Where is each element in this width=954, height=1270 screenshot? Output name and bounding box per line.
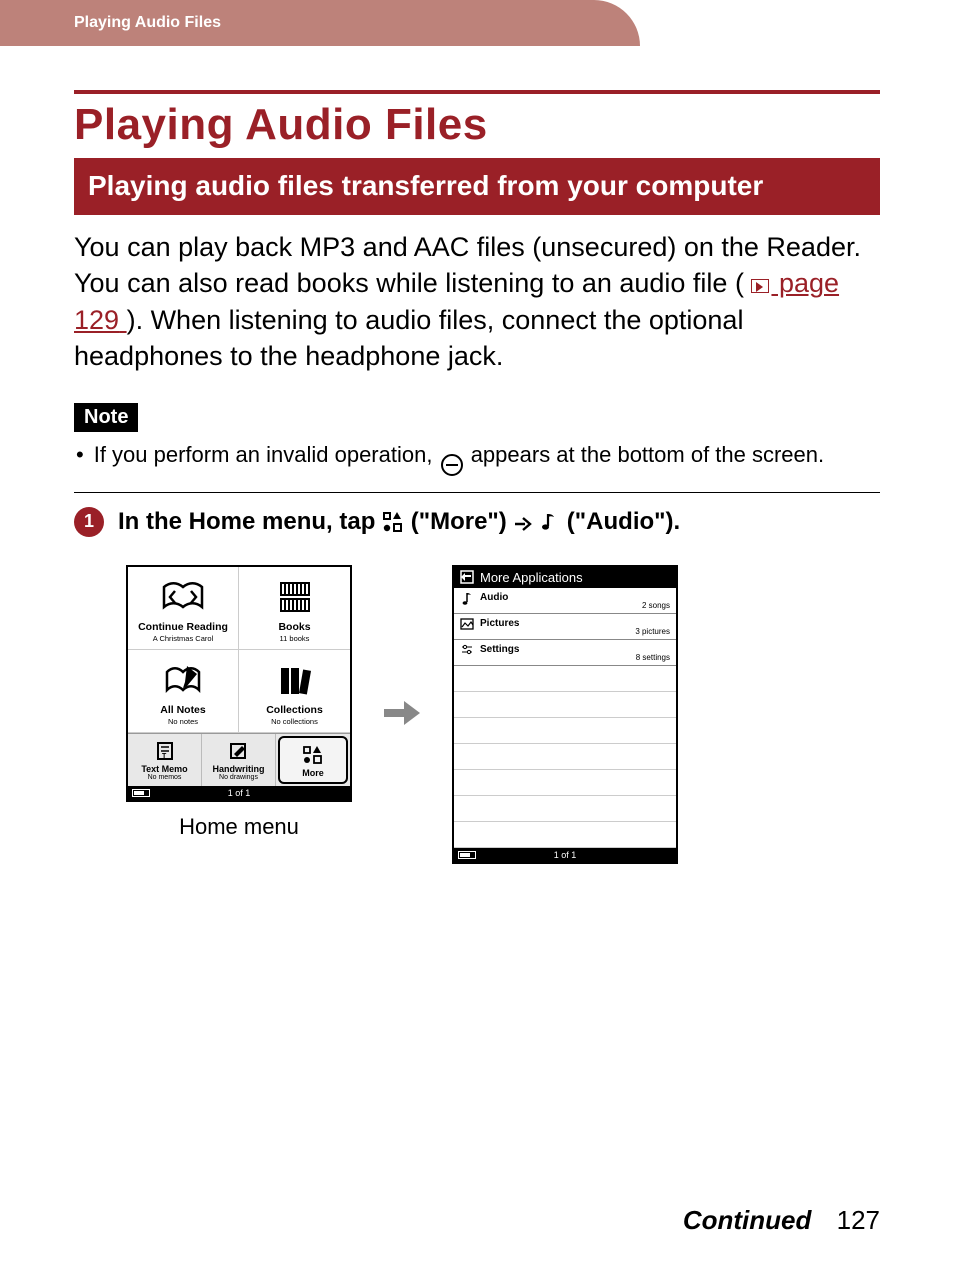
home-tile-label: Collections	[243, 704, 346, 716]
apps-empty-row	[454, 692, 676, 718]
page-title: Playing Audio Files	[74, 100, 880, 150]
apps-row-sub: 8 settings	[636, 653, 670, 663]
page-number: 127	[837, 1205, 880, 1235]
apps-row-label: Pictures	[480, 618, 519, 629]
home-tile-continue-reading[interactable]: Continue Reading A Christmas Carol	[128, 567, 239, 650]
apps-row-pictures[interactable]: Pictures 3 pictures	[454, 614, 676, 640]
home-menu-figure: Continue Reading A Christmas Carol	[126, 565, 352, 840]
back-icon	[460, 570, 474, 584]
apps-row-label: Settings	[480, 644, 519, 655]
svg-text:T: T	[162, 753, 167, 760]
note-label: Note	[74, 403, 138, 432]
more-apps-icon	[382, 511, 404, 533]
apps-row-label: Audio	[480, 592, 508, 603]
home-tile-collections[interactable]: Collections No collections	[239, 650, 350, 733]
home-bottom-label: More	[282, 768, 344, 778]
bookshelf-icon	[243, 577, 346, 617]
more-apps-titlebar: More Applications	[454, 567, 676, 588]
text-memo-icon: T	[130, 740, 199, 762]
continued-label: Continued	[683, 1205, 812, 1235]
home-status-bar: 1 of 1	[128, 786, 350, 800]
section-subtitle: Playing audio files transferred from you…	[74, 158, 880, 215]
book-open-arrows-icon	[132, 577, 234, 617]
home-bottom-more[interactable]: More	[278, 736, 348, 784]
picture-icon	[460, 618, 474, 630]
apps-row-sub: 2 songs	[642, 601, 670, 611]
home-bottom-label: Handwriting	[204, 764, 273, 774]
step-number-badge: 1	[74, 507, 104, 537]
battery-icon	[458, 851, 476, 859]
home-tile-label: All Notes	[132, 704, 234, 716]
breadcrumb-text: Playing Audio Files	[74, 14, 221, 31]
intro-text-a: You can play back MP3 and AAC files (uns…	[74, 232, 861, 298]
step-1-audio: ("Audio").	[567, 508, 680, 535]
apps-empty-row	[454, 666, 676, 692]
more-apps-screen-mock: More Applications Audio 2 songs Pictures…	[452, 565, 678, 864]
header-breadcrumb: Playing Audio Files	[0, 0, 580, 46]
step-1: 1 In the Home menu, tap ("More") ("Audio…	[74, 507, 880, 537]
page-content: Playing Audio Files Playing audio files …	[74, 90, 880, 864]
home-screen-caption: Home menu	[126, 814, 352, 840]
note-text-b: appears at the bottom of the screen.	[471, 442, 824, 467]
home-tile-all-notes[interactable]: All Notes No notes	[128, 650, 239, 733]
home-bottom-sub: No drawings	[204, 774, 273, 781]
home-tile-label: Continue Reading	[132, 621, 234, 633]
home-bottom-label: Text Memo	[130, 764, 199, 774]
home-tile-sub: No collections	[243, 717, 346, 726]
more-apps-title-text: More Applications	[480, 570, 583, 585]
home-bottom-sub: No memos	[130, 774, 199, 781]
note-text-a: If you perform an invalid operation,	[94, 442, 439, 467]
apps-row-settings[interactable]: Settings 8 settings	[454, 640, 676, 666]
bullet-dot: •	[74, 440, 94, 476]
home-tile-books[interactable]: Books 11 books	[239, 567, 350, 650]
home-bottom-handwriting[interactable]: Handwriting No drawings	[202, 734, 276, 786]
apps-empty-row	[454, 770, 676, 796]
more-apps-icon	[282, 744, 344, 766]
home-bottom-text-memo[interactable]: T Text Memo No memos	[128, 734, 202, 786]
page-footer: Continued 127	[683, 1205, 880, 1236]
apps-empty-row	[454, 822, 676, 848]
apps-row-audio[interactable]: Audio 2 songs	[454, 588, 676, 614]
home-status-page: 1 of 1	[228, 788, 251, 798]
apps-status-page: 1 of 1	[554, 850, 577, 860]
apps-row-sub: 3 pictures	[635, 627, 670, 637]
home-tile-sub: A Christmas Carol	[132, 634, 234, 643]
note-text: If you perform an invalid operation, app…	[94, 440, 824, 476]
home-tile-sub: 11 books	[243, 634, 346, 643]
home-tile-sub: No notes	[132, 717, 234, 726]
screenshots-row: Continue Reading A Christmas Carol	[126, 565, 880, 864]
step-1-a: In the Home menu, tap	[118, 508, 382, 535]
section-divider	[74, 492, 880, 493]
step-1-text: In the Home menu, tap ("More") ("Audio")…	[118, 508, 680, 536]
page-ref-icon	[751, 279, 769, 293]
apps-empty-row	[454, 744, 676, 770]
home-screen-mock: Continue Reading A Christmas Carol	[126, 565, 352, 802]
arrow-right-icon	[380, 565, 424, 731]
books-stack-icon	[243, 660, 346, 700]
home-tile-label: Books	[243, 621, 346, 633]
intro-paragraph: You can play back MP3 and AAC files (uns…	[74, 229, 880, 375]
apps-status-bar: 1 of 1	[454, 848, 676, 862]
invalid-op-icon	[441, 454, 463, 476]
handwriting-icon	[204, 740, 273, 762]
battery-icon	[132, 789, 150, 797]
note-bullet: • If you perform an invalid operation, a…	[74, 440, 880, 492]
intro-text-b: ). When listening to audio files, connec…	[74, 305, 743, 371]
step-1-more: ("More")	[411, 508, 514, 535]
arrow-right-icon	[513, 515, 533, 533]
apps-empty-row	[454, 718, 676, 744]
apps-empty-row	[454, 796, 676, 822]
music-note-icon	[540, 511, 560, 533]
title-rule	[74, 90, 880, 94]
note-pencil-icon	[132, 660, 234, 700]
music-note-icon	[460, 592, 474, 606]
sliders-icon	[460, 644, 474, 656]
